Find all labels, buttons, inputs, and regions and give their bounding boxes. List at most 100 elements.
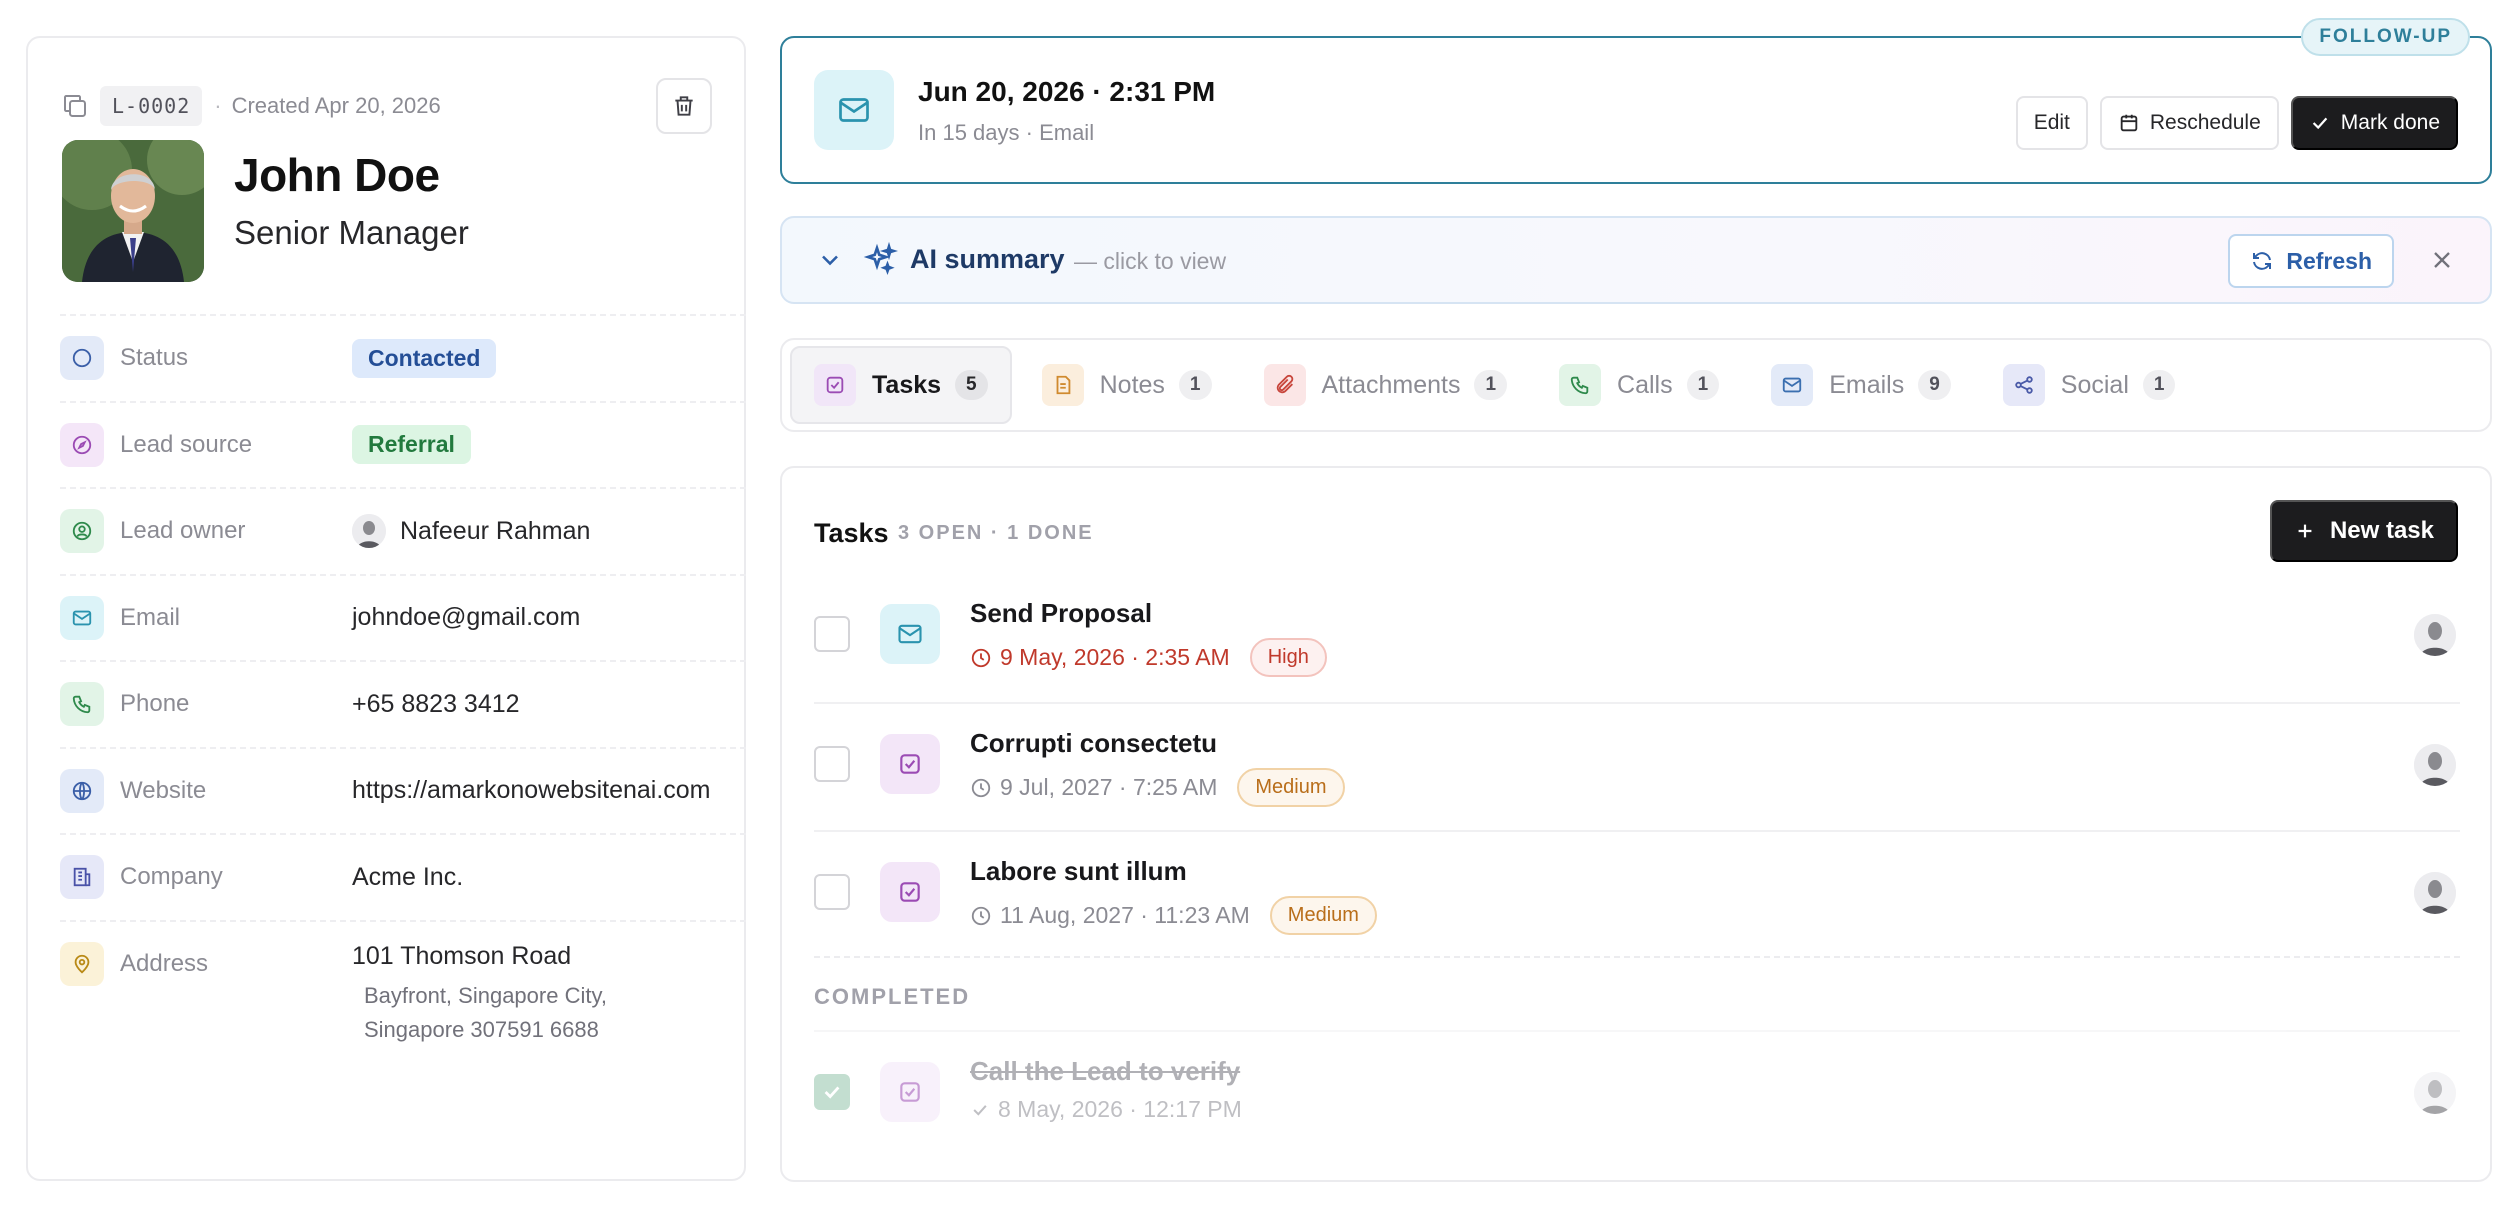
mail-icon xyxy=(1771,364,1814,406)
tasks-count-meta: 3 OPEN · 1 DONE xyxy=(898,522,1094,544)
follow-up-subtitle: In 15 days · Email xyxy=(918,120,1095,145)
field-lead-source: Lead source Referral xyxy=(60,400,746,488)
address-value[interactable]: 101 Thomson Road Bayfront, Singapore Cit… xyxy=(352,942,607,1047)
task-checkbox[interactable] xyxy=(814,616,850,652)
lead-owner[interactable]: Nafeeur Rahman xyxy=(352,514,590,549)
priority-badge: Medium xyxy=(1237,768,1345,807)
chevron-down-icon[interactable] xyxy=(816,246,844,274)
task-due: 9 Jul, 2027 · 7:25 AM Medium xyxy=(970,768,1345,807)
field-website: Website https://amarkonowebsitenai.com xyxy=(60,746,746,834)
field-label: Status xyxy=(120,344,189,372)
completed-task-row[interactable]: Call the Lead to verify 8 May, 2026 · 12… xyxy=(814,1030,2460,1158)
tab-attachments[interactable]: Attachments 1 xyxy=(1242,346,1530,424)
tab-count: 1 xyxy=(1474,370,1508,400)
user-circle-icon xyxy=(60,509,104,554)
lead-job-title: Senior Manager xyxy=(234,214,469,251)
edit-button[interactable]: Edit xyxy=(2015,96,2088,150)
task-row[interactable]: Labore sunt illum 11 Aug, 2027 · 11:23 A… xyxy=(814,830,2460,958)
field-label: Company xyxy=(120,863,223,891)
task-checkbox[interactable] xyxy=(814,746,850,782)
tab-calls[interactable]: Calls 1 xyxy=(1537,346,1741,424)
trash-icon xyxy=(675,96,693,116)
profile-section: John Doe Senior Manager xyxy=(62,140,712,282)
note-icon xyxy=(1041,364,1084,406)
field-status: Status Contacted xyxy=(60,314,746,401)
status-badge[interactable]: Contacted xyxy=(352,338,497,378)
website-link[interactable]: https://amarkonowebsitenai.com xyxy=(352,776,711,805)
field-lead-owner: Lead owner Nafeeur Rahman xyxy=(60,487,746,574)
field-label: Address xyxy=(120,949,209,977)
tab-count: 1 xyxy=(1178,370,1212,400)
task-checkbox-checked[interactable] xyxy=(814,1074,850,1110)
field-label: Lead source xyxy=(120,430,253,458)
field-label: Website xyxy=(120,776,207,804)
task-title: Call the Lead to verify xyxy=(970,1056,1241,1086)
map-pin-icon xyxy=(60,941,104,986)
company-value[interactable]: Acme Inc. xyxy=(352,863,463,892)
field-label: Lead owner xyxy=(120,517,246,545)
tab-count: 5 xyxy=(955,370,988,400)
priority-badge: Medium xyxy=(1269,896,1377,935)
task-title: Corrupti consectetu xyxy=(970,728,1218,758)
building-icon xyxy=(60,855,104,900)
phone-icon xyxy=(1559,364,1602,406)
task-row[interactable]: Send Proposal 9 May, 2026 · 2:35 AM High xyxy=(814,574,2460,702)
lead-id: L-0002 xyxy=(100,86,203,126)
circle-icon xyxy=(60,336,104,381)
task-icon xyxy=(814,364,856,406)
check-icon xyxy=(2312,117,2328,130)
task-icon xyxy=(880,1062,940,1122)
follow-up-card: FOLLOW-UP Jun 20, 2026 · 2:31 PM In 15 d… xyxy=(780,18,2492,184)
refresh-button[interactable]: Refresh xyxy=(2228,234,2394,288)
follow-up-datetime: Jun 20, 2026 · 2:31 PM xyxy=(918,76,1216,107)
field-label: Email xyxy=(120,603,181,631)
new-task-button[interactable]: New task xyxy=(2269,500,2458,562)
copy-icon[interactable] xyxy=(60,91,90,121)
task-row[interactable]: Corrupti consectetu 9 Jul, 2027 · 7:25 A… xyxy=(814,702,2460,830)
tab-emails[interactable]: Emails 9 xyxy=(1749,346,1973,424)
lead-field-list: Status Contacted Lead source Referral Le… xyxy=(60,314,746,1050)
task-checkbox[interactable] xyxy=(814,874,850,910)
tab-count: 1 xyxy=(2142,370,2176,400)
task-completed-date: 8 May, 2026 · 12:17 PM xyxy=(970,1096,1242,1123)
tab-social[interactable]: Social 1 xyxy=(1981,346,2198,424)
clock-icon xyxy=(971,906,991,925)
follow-up-tag: FOLLOW-UP xyxy=(2301,18,2470,56)
ai-summary-bar[interactable]: AI summary — click to view Refresh xyxy=(780,216,2492,304)
lead-header: L-0002 · Created Apr 20, 2026 xyxy=(60,78,712,134)
assignee-avatar xyxy=(2414,872,2456,914)
tab-notes[interactable]: Notes 1 xyxy=(1020,346,1234,424)
tab-count: 9 xyxy=(1918,370,1951,400)
lead-source-badge[interactable]: Referral xyxy=(352,425,471,465)
email-value[interactable]: johndoe@gmail.com xyxy=(352,603,580,632)
delete-lead-button[interactable] xyxy=(656,78,712,134)
sparkles-icon xyxy=(862,242,898,278)
phone-icon xyxy=(60,682,104,727)
check-icon xyxy=(973,1104,987,1116)
field-label: Phone xyxy=(120,690,190,718)
lead-detail-card: L-0002 · Created Apr 20, 2026 John Doe Se… xyxy=(26,36,746,1181)
owner-avatar xyxy=(352,514,386,549)
clock-icon xyxy=(971,648,991,667)
mail-icon xyxy=(880,604,940,664)
tasks-title: Tasks xyxy=(814,518,889,548)
lead-name: John Doe xyxy=(234,149,440,201)
field-address: Address 101 Thomson Road Bayfront, Singa… xyxy=(60,919,746,1050)
mark-done-button[interactable]: Mark done xyxy=(2290,96,2458,150)
field-phone: Phone +65 8823 3412 xyxy=(60,660,746,747)
plus-icon xyxy=(2298,524,2312,538)
globe-icon xyxy=(60,768,104,813)
check-icon xyxy=(824,1086,840,1099)
phone-value[interactable]: +65 8823 3412 xyxy=(352,690,520,719)
section-divider xyxy=(814,956,2460,958)
task-icon xyxy=(880,734,940,794)
clock-icon xyxy=(971,778,991,797)
tab-tasks[interactable]: Tasks 5 xyxy=(790,346,1012,424)
tasks-panel: Tasks 3 OPEN · 1 DONE New task Send Prop… xyxy=(780,466,2492,1182)
close-icon[interactable] xyxy=(2428,246,2456,274)
mail-icon xyxy=(814,70,894,150)
ai-summary-hint: — click to view xyxy=(1074,248,1227,274)
reschedule-button[interactable]: Reschedule xyxy=(2099,96,2279,150)
field-company: Company Acme Inc. xyxy=(60,833,746,920)
assignee-avatar xyxy=(2414,744,2456,786)
